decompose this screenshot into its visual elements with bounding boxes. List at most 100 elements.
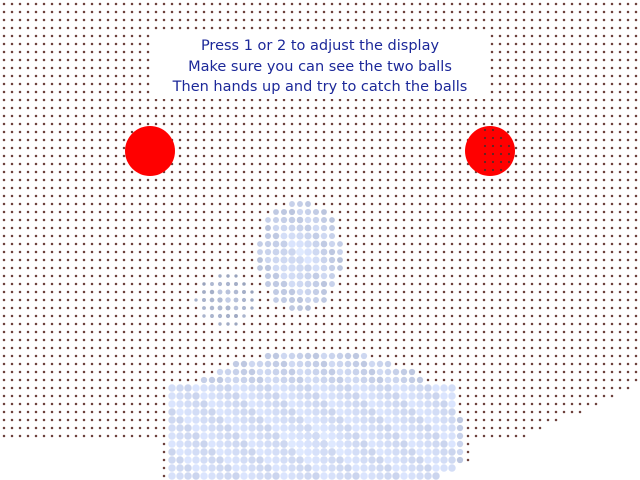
halftone-dot [320, 400, 328, 408]
halftone-dot [10, 90, 14, 94]
halftone-dot [506, 410, 510, 414]
halftone-dot [384, 376, 392, 384]
halftone-dot [320, 232, 328, 240]
halftone-dot [434, 290, 438, 294]
halftone-dot [58, 298, 62, 302]
halftone-dot [282, 306, 286, 310]
halftone-dot [42, 82, 46, 86]
halftone-dot [168, 472, 176, 480]
halftone-dot [258, 178, 262, 182]
halftone-dot [314, 194, 318, 198]
halftone-dot [410, 210, 414, 214]
halftone-dot [338, 322, 342, 326]
halftone-dot [202, 346, 206, 350]
halftone-dot [2, 2, 6, 6]
halftone-dot [354, 18, 358, 22]
halftone-dot [586, 394, 590, 398]
halftone-dot [282, 186, 286, 190]
halftone-dot [216, 440, 224, 448]
halftone-dot [626, 90, 630, 94]
halftone-dot [186, 234, 190, 238]
halftone-dot [450, 154, 454, 158]
halftone-dot [362, 202, 366, 206]
halftone-dot [418, 354, 422, 358]
halftone-dot [530, 274, 534, 278]
halftone-dot [554, 202, 558, 206]
halftone-dot [618, 146, 622, 150]
halftone-dot [418, 298, 422, 302]
halftone-dot [26, 98, 30, 102]
halftone-dot [312, 360, 320, 368]
halftone-dot [402, 178, 406, 182]
halftone-dot [272, 224, 280, 232]
halftone-dot [434, 98, 438, 102]
halftone-dot [74, 10, 78, 14]
halftone-dot [346, 210, 350, 214]
halftone-dot [202, 98, 206, 102]
halftone-dot [122, 274, 126, 278]
halftone-dot [368, 464, 376, 472]
halftone-dot [626, 330, 630, 334]
halftone-dot [202, 298, 206, 302]
halftone-dot [194, 378, 198, 382]
halftone-dot [146, 114, 150, 118]
halftone-dot [154, 218, 158, 222]
halftone-dot [610, 338, 614, 342]
halftone-dot [122, 58, 126, 62]
halftone-dot [154, 346, 158, 350]
halftone-dot [304, 352, 312, 360]
halftone-dot [288, 264, 296, 272]
halftone-dot [202, 106, 206, 110]
halftone-dot [314, 314, 318, 318]
halftone-dot [240, 392, 248, 400]
halftone-dot [74, 370, 78, 374]
halftone-dot [386, 234, 390, 238]
halftone-dot [146, 90, 150, 94]
halftone-dot [546, 322, 550, 326]
halftone-dot [282, 202, 286, 206]
halftone-dot [594, 234, 598, 238]
halftone-dot [354, 170, 358, 174]
halftone-dot [224, 376, 232, 384]
halftone-dot [50, 242, 54, 246]
halftone-dot [538, 402, 542, 406]
halftone-dot [26, 178, 30, 182]
halftone-dot [264, 440, 272, 448]
halftone-dot [296, 272, 304, 280]
halftone-dot [570, 178, 574, 182]
halftone-dot [370, 354, 374, 358]
halftone-dot [370, 10, 374, 14]
halftone-dot [410, 226, 414, 230]
halftone-dot [290, 330, 294, 334]
halftone-dot [346, 2, 350, 6]
halftone-dot [562, 402, 566, 406]
halftone-dot [130, 282, 134, 286]
halftone-dot [266, 98, 270, 102]
halftone-dot [538, 50, 542, 54]
halftone-dot [312, 440, 320, 448]
halftone-dot [50, 26, 54, 30]
halftone-dot [570, 34, 574, 38]
halftone-dot [216, 408, 224, 416]
halftone-dot [274, 114, 278, 118]
halftone-dot [210, 322, 214, 326]
game-stage[interactable]: Press 1 or 2 to adjust the display Make … [0, 0, 640, 480]
halftone-dot [400, 424, 408, 432]
halftone-dot [130, 266, 134, 270]
halftone-dot [634, 66, 638, 70]
halftone-dot [314, 114, 318, 118]
halftone-dot [322, 346, 326, 350]
halftone-dot [450, 210, 454, 214]
halftone-dot [456, 440, 464, 448]
halftone-dot [274, 194, 278, 198]
halftone-dot [106, 58, 110, 62]
halftone-dot [154, 418, 158, 422]
halftone-dot [106, 378, 110, 382]
halftone-dot [562, 394, 566, 398]
halftone-dot [240, 432, 248, 440]
left-ball[interactable] [125, 126, 175, 176]
halftone-dot [18, 234, 22, 238]
halftone-dot [146, 378, 150, 382]
halftone-dot [610, 258, 614, 262]
halftone-dot [450, 306, 454, 310]
